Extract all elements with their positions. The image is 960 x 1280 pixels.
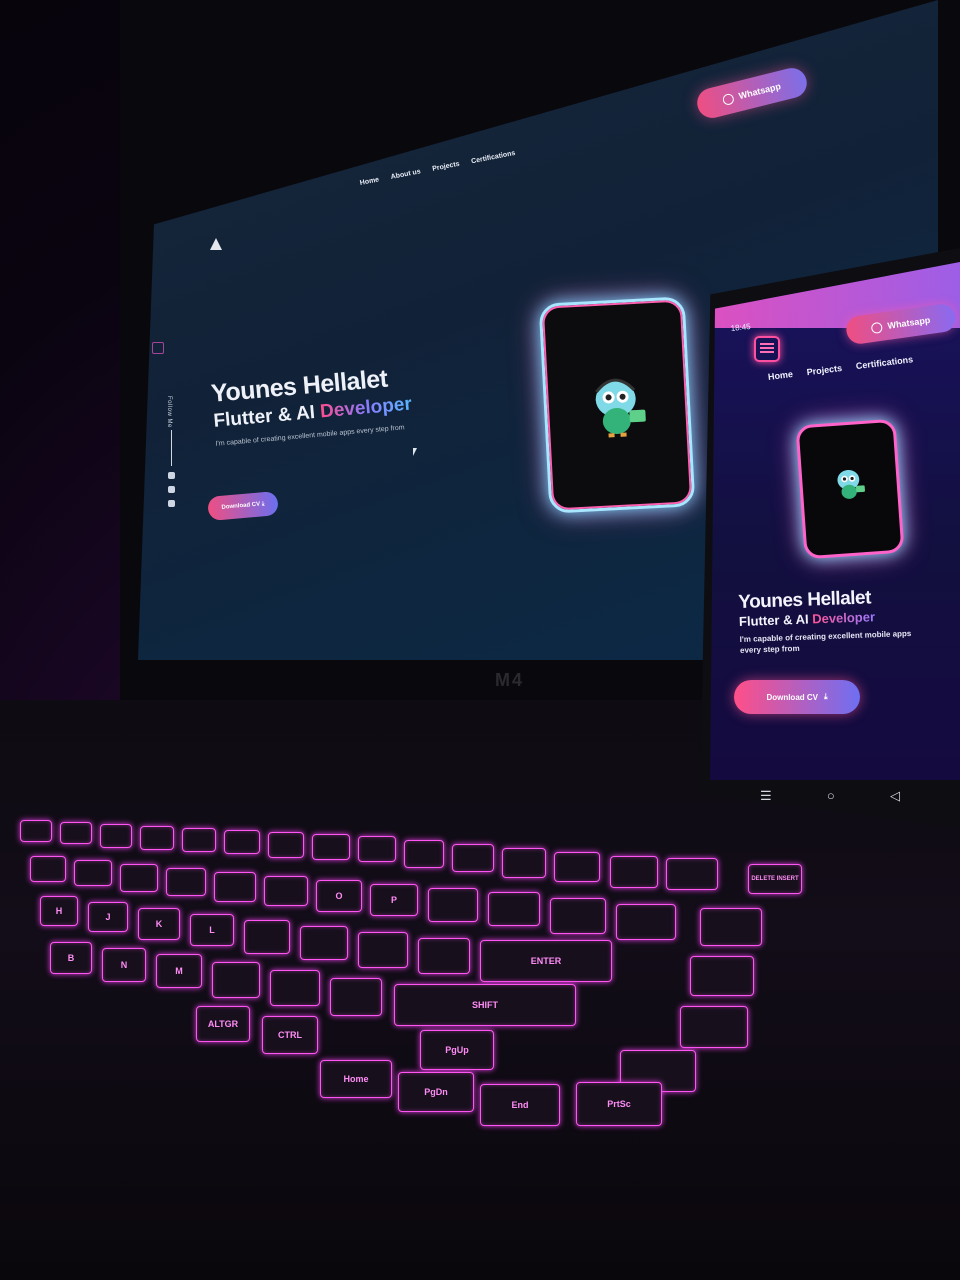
nav-about-us[interactable]: About us	[390, 168, 421, 181]
phone-hero-subtitle: I'm capable of creating excellent mobile…	[739, 628, 912, 655]
key[interactable]	[224, 830, 260, 854]
key[interactable]	[502, 848, 546, 878]
key[interactable]	[358, 932, 408, 968]
key-prtsc[interactable]: PrtSc	[576, 1082, 662, 1126]
phone-screen: 18:45 Whatsapp Home Projects Certificati…	[710, 262, 960, 780]
whatsapp-button[interactable]: Whatsapp	[694, 64, 810, 122]
key-m[interactable]: M	[156, 954, 202, 988]
key[interactable]	[700, 908, 762, 946]
key-end[interactable]: End	[480, 1084, 560, 1126]
key[interactable]	[690, 956, 754, 996]
key[interactable]	[20, 820, 52, 842]
key[interactable]	[268, 832, 304, 858]
key-pgup[interactable]: PgUp	[420, 1030, 494, 1070]
key[interactable]	[428, 888, 478, 922]
key[interactable]	[30, 856, 66, 882]
twitter-icon[interactable]	[168, 500, 175, 507]
nav-home[interactable]: Home	[359, 176, 379, 187]
phone-role-prefix: Flutter & AI	[738, 611, 813, 629]
key[interactable]	[554, 852, 600, 882]
whatsapp-icon	[871, 321, 884, 334]
phone-nav: Home Projects Certifications	[767, 354, 913, 382]
key[interactable]	[680, 1006, 748, 1048]
mascot-bird	[837, 469, 865, 499]
key-delete-insert[interactable]: DELETE INSERT	[748, 864, 802, 894]
nav-projects[interactable]: Projects	[432, 161, 460, 173]
key[interactable]	[610, 856, 658, 888]
key[interactable]	[214, 872, 256, 902]
download-cv-button[interactable]: Download CV ⤓	[207, 490, 279, 522]
key-n[interactable]: N	[102, 948, 146, 982]
follow-divider	[171, 430, 172, 466]
phone-nav-projects[interactable]: Projects	[806, 363, 842, 377]
key[interactable]	[358, 836, 396, 862]
key-b[interactable]: B	[50, 942, 92, 974]
hero-text: Younes Hellalet Flutter & AI Developer I…	[210, 363, 414, 448]
key[interactable]	[330, 978, 382, 1016]
key[interactable]	[616, 904, 676, 940]
phone-softkeys: ☰ ○ ◁	[760, 788, 900, 814]
phone-avatar-card	[795, 418, 905, 560]
recent-apps-icon[interactable]: ☰	[760, 788, 772, 814]
github-icon[interactable]	[168, 486, 175, 493]
key-j[interactable]: J	[88, 902, 128, 932]
whatsapp-icon	[722, 92, 736, 106]
key-enter[interactable]: ENTER	[480, 940, 612, 982]
key[interactable]	[100, 824, 132, 848]
key-shift[interactable]: SHIFT	[394, 984, 576, 1026]
phone-hero-text: Younes Hellalet Flutter & AI Developer I…	[738, 585, 930, 656]
phone-menu-icon[interactable]	[754, 336, 780, 362]
key[interactable]	[140, 826, 174, 850]
key-h[interactable]: H	[40, 896, 78, 926]
download-icon: ⤓	[261, 500, 265, 507]
logo-icon[interactable]	[210, 238, 222, 250]
avatar-card	[538, 296, 696, 514]
download-cv-label: Download CV	[221, 501, 261, 511]
key-k[interactable]: K	[138, 908, 180, 940]
key[interactable]	[418, 938, 470, 974]
whatsapp-label: Whatsapp	[737, 81, 782, 102]
phone-download-cv-label: Download CV	[766, 692, 818, 702]
key-o[interactable]: O	[316, 880, 362, 912]
key[interactable]	[244, 920, 290, 954]
laptop-brand-mark: M4	[495, 670, 525, 690]
key[interactable]	[452, 844, 494, 872]
key[interactable]	[212, 962, 260, 998]
nav-certifications[interactable]: Certifications	[471, 150, 516, 165]
key[interactable]	[74, 860, 112, 886]
key[interactable]	[666, 858, 718, 890]
home-icon[interactable]: ○	[827, 788, 835, 814]
key[interactable]	[264, 876, 308, 906]
mouse-cursor	[413, 448, 417, 456]
menu-icon[interactable]	[152, 342, 164, 354]
follow-me-label: Follow Me	[166, 396, 172, 428]
email-icon[interactable]	[168, 472, 175, 479]
photo-scene: Home About us Projects Certifications Wh…	[0, 0, 960, 1280]
phone-role-highlight: Developer	[811, 609, 876, 627]
phone-whatsapp-label: Whatsapp	[886, 314, 931, 331]
key[interactable]	[60, 822, 92, 844]
key[interactable]	[120, 864, 158, 892]
phone-nav-certifications[interactable]: Certifications	[855, 354, 913, 371]
key[interactable]	[300, 926, 348, 960]
download-icon: ⤓	[824, 692, 828, 701]
key[interactable]	[312, 834, 350, 860]
key-p[interactable]: P	[370, 884, 418, 916]
status-time: 18:45	[730, 321, 752, 333]
key[interactable]	[404, 840, 444, 868]
key-home[interactable]: Home	[320, 1060, 392, 1098]
back-icon[interactable]: ◁	[890, 788, 900, 814]
key[interactable]	[182, 828, 216, 852]
key-altgr[interactable]: ALTGR	[196, 1006, 250, 1042]
key[interactable]	[488, 892, 540, 926]
key-pgdn[interactable]: PgDn	[398, 1072, 474, 1112]
phone-download-cv-button[interactable]: Download CV ⤓	[734, 680, 860, 714]
key[interactable]	[166, 868, 206, 896]
phone-nav-home[interactable]: Home	[767, 369, 793, 382]
mascot-bird	[595, 378, 646, 438]
key[interactable]	[270, 970, 320, 1006]
key[interactable]	[550, 898, 606, 934]
key-l[interactable]: L	[190, 914, 234, 946]
key-ctrl[interactable]: CTRL	[262, 1016, 318, 1054]
